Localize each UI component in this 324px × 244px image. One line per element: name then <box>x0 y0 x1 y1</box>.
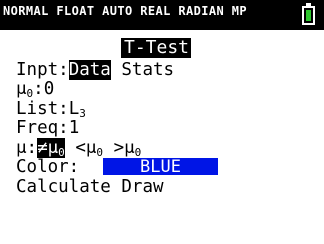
input-type-row: Inpt:Data Stats <box>16 60 174 80</box>
calculator-screen: NORMAL FLOAT AUTO REAL RADIAN MP T-Test … <box>0 0 324 244</box>
freq-value[interactable]: 1 <box>69 118 80 138</box>
input-option-stats[interactable]: Stats <box>121 60 174 80</box>
list-row[interactable]: List:L3 <box>16 99 86 120</box>
battery-full-icon <box>302 3 315 25</box>
alt-hypothesis-label: μ: <box>16 138 38 158</box>
mu0-value[interactable]: 0 <box>44 79 55 99</box>
alt-option-less-than[interactable]: <μ0 <box>75 138 103 159</box>
input-option-data[interactable]: Data <box>68 60 111 80</box>
alt-option-less-than-symbol: <μ <box>75 138 97 158</box>
color-label: Color: <box>16 157 80 177</box>
alt-option-greater-than[interactable]: >μ0 <box>113 138 142 159</box>
freq-label: Freq: <box>16 118 69 138</box>
mu0-label: μ <box>16 79 27 99</box>
mu0-label-colon: : <box>33 79 44 99</box>
input-type-label: Inpt: <box>16 60 69 80</box>
alternative-hypothesis-row: μ:≠μ0 <μ0 >μ0 <box>16 138 142 159</box>
alt-option-greater-than-symbol: >μ <box>113 138 135 158</box>
actions-row: Calculate Draw <box>16 177 164 197</box>
list-value-subscript: 3 <box>79 107 86 120</box>
status-bar: NORMAL FLOAT AUTO REAL RADIAN MP <box>0 0 324 30</box>
page-title: T-Test <box>121 38 192 58</box>
color-selector[interactable]: BLUE <box>103 158 218 176</box>
mu0-row[interactable]: μ0:0 <box>16 79 55 100</box>
alt-option-not-equal-symbol: ≠μ <box>37 138 59 158</box>
draw-button[interactable]: Draw <box>121 177 163 197</box>
color-row: Color: BLUE <box>16 157 316 177</box>
alt-option-not-equal[interactable]: ≠μ0 <box>37 138 65 159</box>
mode-status-text: NORMAL FLOAT AUTO REAL RADIAN MP <box>3 4 247 18</box>
list-value[interactable]: L <box>69 99 80 119</box>
list-label: List: <box>16 99 69 119</box>
calculate-button[interactable]: Calculate <box>16 177 111 197</box>
freq-row[interactable]: Freq:1 <box>16 118 79 138</box>
